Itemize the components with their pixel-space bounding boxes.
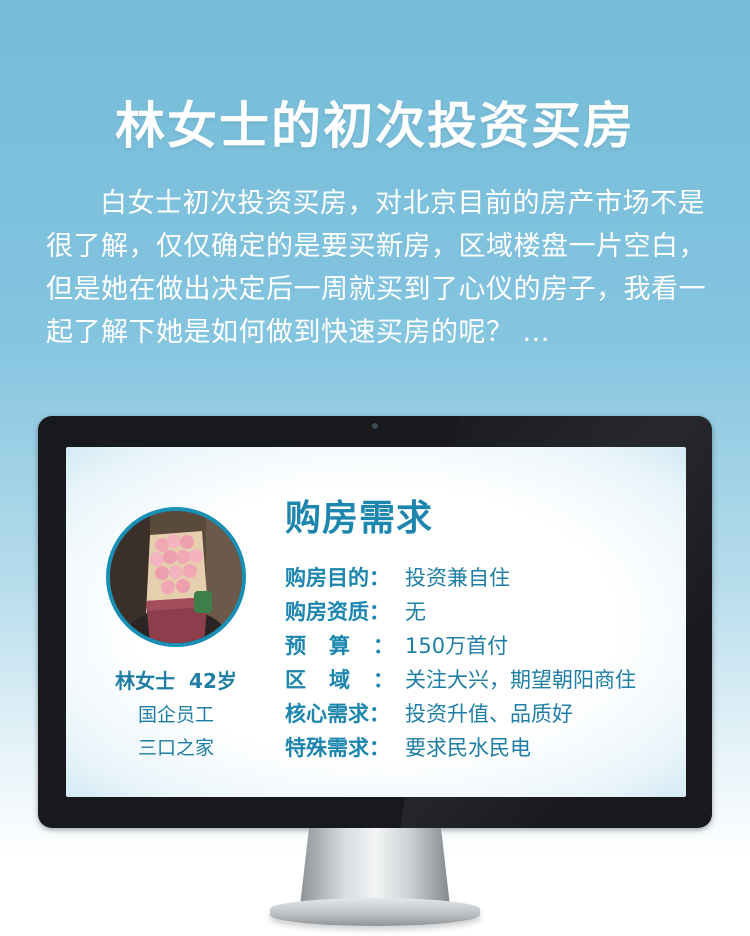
profile-family: 三口之家 bbox=[137, 737, 214, 759]
woman-with-bouquet-icon bbox=[110, 511, 242, 643]
requirement-area: 区域：关注大兴，期望朝阳商住 bbox=[285, 663, 636, 697]
requirement-label: 购房资质： bbox=[285, 600, 390, 624]
camera-dot bbox=[372, 423, 378, 429]
requirement-value: 关注大兴，期望朝阳商住 bbox=[405, 668, 636, 692]
monitor-stand-neck bbox=[300, 828, 450, 906]
profile-name: 林女士 42岁 bbox=[115, 669, 237, 693]
requirement-label: 核心需求： bbox=[285, 702, 390, 726]
requirement-value: 投资升值、品质好 bbox=[405, 702, 573, 726]
profile-job: 国企员工 bbox=[137, 704, 214, 726]
requirement-value: 150万首付 bbox=[405, 634, 509, 658]
monitor-screen: 林女士 42岁 国企员工 三口之家 购房需求 购房目的： 投资兼自住 购房资质： 无… bbox=[66, 447, 686, 797]
requirement-special: 特殊需求： 要求民水民电 bbox=[285, 731, 636, 765]
requirements-heading: 购房需求 bbox=[285, 498, 434, 539]
avatar bbox=[106, 507, 246, 647]
intro-paragraph: 白女士初次投资买房，对北京目前的房产市场不是很了解，仅仅确定的是要买新房，区域楼… bbox=[46, 188, 706, 348]
requirement-budget: 预算：150万首付 bbox=[285, 629, 636, 663]
requirement-value: 投资兼自住 bbox=[405, 566, 510, 590]
requirement-qualification: 购房资质： 无 bbox=[285, 595, 636, 629]
requirement-label: 预算： bbox=[285, 634, 417, 658]
requirement-purpose: 购房目的： 投资兼自住 bbox=[285, 561, 636, 595]
requirement-label: 区域： bbox=[285, 668, 417, 692]
monitor: 林女士 42岁 国企员工 三口之家 购房需求 购房目的： 投资兼自住 购房资质： 无… bbox=[38, 416, 712, 828]
page-title: 林女士的初次投资买房 bbox=[115, 97, 635, 155]
requirement-label: 购房目的： bbox=[285, 566, 390, 590]
monitor-stand-base bbox=[270, 898, 480, 926]
requirements-list: 购房目的： 投资兼自住 购房资质： 无 预算：150万首付 区域：关注大兴，期望朝阳… bbox=[285, 561, 636, 765]
requirement-label: 特殊需求： bbox=[285, 736, 390, 760]
requirement-core: 核心需求： 投资升值、品质好 bbox=[285, 697, 636, 731]
requirement-value: 无 bbox=[405, 600, 426, 624]
requirement-value: 要求民水民电 bbox=[405, 736, 531, 760]
